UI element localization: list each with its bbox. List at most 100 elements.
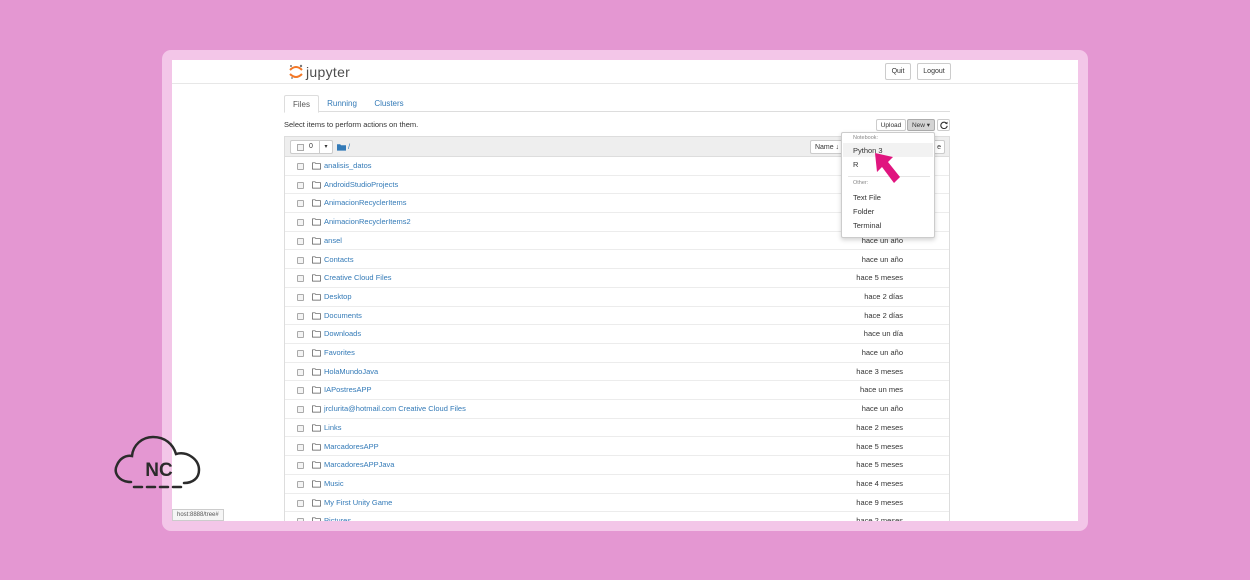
menu-item-r[interactable]: R: [853, 160, 858, 169]
file-row[interactable]: jrclurita@hotmail.com Creative Cloud Fil…: [285, 400, 949, 419]
file-row[interactable]: Links hace 2 meses: [285, 419, 949, 438]
folder-icon: [312, 199, 321, 207]
file-name-link[interactable]: AndroidStudioProjects: [324, 180, 398, 189]
file-name-link[interactable]: Favorites: [324, 348, 355, 357]
file-row[interactable]: Music hace 4 meses: [285, 475, 949, 494]
menu-item-text-file[interactable]: Text File: [853, 193, 881, 202]
file-row[interactable]: MarcadoresAPPJava hace 5 meses: [285, 456, 949, 475]
folder-icon: [312, 461, 321, 469]
tab-running[interactable]: Running: [322, 95, 362, 112]
file-name-link[interactable]: jrclurita@hotmail.com Creative Cloud Fil…: [324, 404, 466, 413]
file-row[interactable]: Creative Cloud Files hace 5 meses: [285, 269, 949, 288]
row-checkbox[interactable]: [297, 312, 304, 320]
file-name-link[interactable]: Pictures: [324, 516, 351, 521]
logout-button[interactable]: Logout: [917, 63, 951, 80]
file-name-link[interactable]: Downloads: [324, 329, 361, 338]
select-dropdown-caret[interactable]: ▾: [319, 141, 332, 153]
row-checkbox[interactable]: [297, 331, 304, 339]
row-checkbox[interactable]: [297, 163, 304, 170]
file-modified-time: hace 5 meses: [856, 273, 903, 283]
folder-icon: [312, 312, 321, 320]
row-checkbox[interactable]: [297, 237, 304, 245]
row-checkbox[interactable]: [297, 219, 304, 227]
file-row[interactable]: MarcadoresAPP hace 5 meses: [285, 438, 949, 457]
file-row[interactable]: Favorites hace un año: [285, 344, 949, 363]
folder-icon: [312, 517, 321, 521]
file-row[interactable]: Downloads hace un día: [285, 325, 949, 344]
folder-icon: [312, 255, 321, 263]
file-name-link[interactable]: MarcadoresAPP: [324, 442, 379, 451]
row-checkbox[interactable]: [297, 387, 304, 395]
file-modified-time: hace un año: [861, 348, 903, 357]
file-name-link[interactable]: AnimacionRecyclerItems: [324, 198, 407, 207]
folder-icon: [312, 293, 321, 301]
file-name-link[interactable]: Contacts: [324, 255, 354, 264]
upload-button[interactable]: Upload: [876, 119, 906, 131]
row-checkbox[interactable]: [297, 181, 304, 189]
file-modified-time: hace 4 meses: [856, 478, 903, 488]
browser-page: jupyter Quit Logout Files Running Cluste…: [172, 60, 1078, 521]
refresh-button[interactable]: [937, 119, 950, 131]
sort-by-name-button[interactable]: Name ↓: [810, 140, 844, 154]
folder-icon: [312, 405, 321, 413]
file-row[interactable]: Desktop hace 2 días: [285, 288, 949, 307]
row-checkbox[interactable]: [297, 518, 304, 521]
refresh-icon: [939, 121, 948, 129]
select-all-control[interactable]: 0 ▾: [290, 140, 333, 154]
file-name-link[interactable]: Documents: [324, 311, 362, 320]
folder-icon: [312, 237, 321, 245]
row-checkbox[interactable]: [297, 424, 304, 432]
menu-item-folder[interactable]: Folder: [853, 207, 874, 216]
file-name-link[interactable]: My First Unity Game: [324, 498, 392, 507]
file-row[interactable]: My First Unity Game hace 9 meses: [285, 494, 949, 513]
row-checkbox[interactable]: [297, 275, 304, 283]
select-all-checkbox[interactable]: [297, 144, 304, 151]
jupyter-logo[interactable]: jupyter: [289, 63, 350, 81]
file-modified-time: hace 5 meses: [856, 441, 903, 451]
row-checkbox[interactable]: [297, 462, 304, 470]
file-name-link[interactable]: MarcadoresAPPJava: [324, 460, 394, 469]
folder-icon: [312, 330, 321, 338]
file-name-link[interactable]: HolaMundoJava: [324, 367, 378, 376]
row-checkbox[interactable]: [297, 406, 304, 414]
new-button[interactable]: New ▾: [907, 119, 935, 131]
file-name-link[interactable]: AnimacionRecyclerItems2: [324, 217, 411, 226]
file-name-link[interactable]: ansel: [324, 236, 342, 245]
file-name-link[interactable]: analisis_datos: [324, 161, 372, 170]
nc-cloud-logo: NC: [111, 432, 205, 492]
quit-button[interactable]: Quit: [885, 63, 911, 80]
logo-text: jupyter: [306, 64, 351, 80]
file-name-link[interactable]: Music: [324, 479, 344, 488]
folder-icon: [312, 218, 321, 226]
row-checkbox[interactable]: [297, 368, 304, 376]
folder-icon: [312, 181, 321, 189]
file-name-link[interactable]: Creative Cloud Files: [324, 273, 392, 282]
file-row[interactable]: Contacts hace un año: [285, 251, 949, 270]
file-row[interactable]: HolaMundoJava hace 3 meses: [285, 363, 949, 382]
folder-icon: [312, 368, 321, 376]
file-modified-time: hace un día: [863, 329, 903, 339]
breadcrumb-root[interactable]: /: [348, 142, 350, 151]
tab-clusters[interactable]: Clusters: [370, 95, 408, 112]
tab-files[interactable]: Files: [284, 95, 319, 113]
row-checkbox[interactable]: [297, 443, 304, 451]
file-name-link[interactable]: IAPostresAPP: [324, 385, 372, 394]
menu-item-terminal[interactable]: Terminal: [853, 221, 881, 230]
row-checkbox[interactable]: [297, 499, 304, 507]
file-row[interactable]: IAPostresAPP hace un mes: [285, 381, 949, 401]
file-modified-time: hace 9 meses: [856, 497, 903, 507]
file-modified-time: hace 5 meses: [856, 460, 903, 470]
file-name-link[interactable]: Desktop: [324, 292, 352, 301]
notebook-section-header: Notebook:: [853, 135, 879, 141]
folder-home-icon[interactable]: [337, 143, 346, 151]
row-checkbox[interactable]: [297, 293, 304, 301]
file-modified-time: hace un mes: [860, 385, 903, 395]
file-row[interactable]: Pictures hace 2 meses: [285, 512, 949, 521]
file-modified-time: hace 2 meses: [856, 422, 903, 432]
row-checkbox[interactable]: [297, 480, 304, 488]
file-row[interactable]: Documents hace 2 días: [285, 307, 949, 326]
row-checkbox[interactable]: [297, 200, 304, 208]
row-checkbox[interactable]: [297, 256, 304, 264]
row-checkbox[interactable]: [297, 350, 304, 357]
file-name-link[interactable]: Links: [324, 423, 342, 432]
